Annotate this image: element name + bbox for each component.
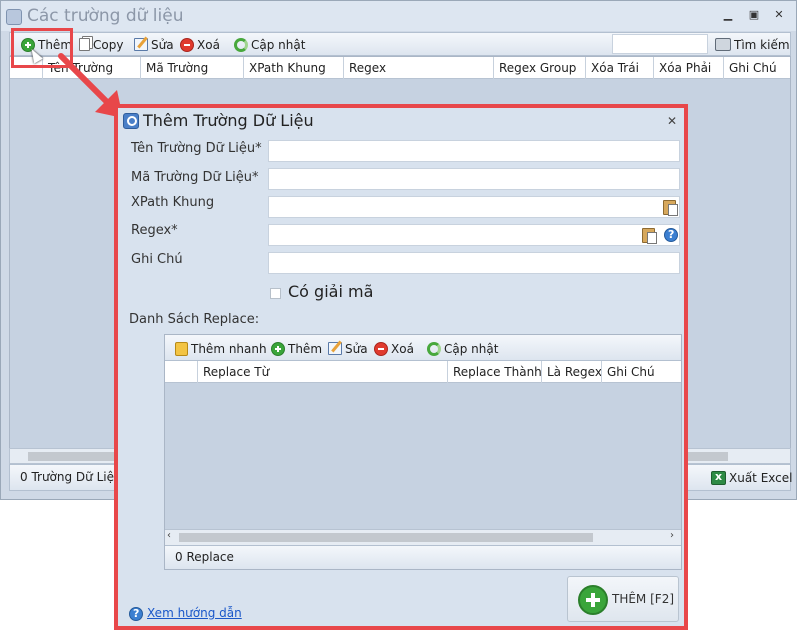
- refresh-icon: [427, 341, 441, 356]
- xpath-input[interactable]: [268, 196, 680, 218]
- replace-list-label: Danh Sách Replace:: [129, 312, 260, 327]
- help-icon: [129, 607, 143, 621]
- export-excel-label: Xuất Excel: [729, 470, 793, 485]
- horizontal-scrollbar[interactable]: ‹ ›: [165, 529, 681, 545]
- help-icon[interactable]: [664, 228, 678, 242]
- delete-icon: [374, 341, 388, 356]
- add-icon: [578, 585, 608, 615]
- scroll-left-icon[interactable]: ‹: [167, 530, 171, 541]
- column-header[interactable]: Regex Group: [493, 57, 585, 79]
- add-submit-button[interactable]: THÊM [F2]: [567, 576, 679, 622]
- window-title: Các trường dữ liệu: [27, 6, 184, 26]
- decode-label: Có giải mã: [288, 282, 374, 301]
- replace-delete-label: Xoá: [391, 341, 414, 356]
- delete-label: Xoá: [197, 37, 220, 52]
- replace-delete-button[interactable]: Xoá: [374, 339, 414, 358]
- update-button[interactable]: Cập nhật: [234, 35, 305, 54]
- add-icon: [271, 341, 285, 356]
- search-label: Tìm kiếm: [734, 37, 790, 52]
- paste-icon[interactable]: [642, 228, 657, 244]
- excel-icon: [711, 470, 726, 485]
- update-label: Cập nhật: [251, 37, 306, 52]
- field-name-input[interactable]: [268, 140, 680, 162]
- quick-add-button[interactable]: Thêm nhanh: [175, 339, 267, 358]
- export-excel-button[interactable]: Xuất Excel: [711, 468, 793, 487]
- xpath-label: XPath Khung: [131, 195, 215, 210]
- column-header[interactable]: Xóa Phải: [653, 57, 723, 79]
- column-header[interactable]: Ghi Chú: [601, 361, 681, 383]
- replace-status-bar: 0 Replace: [165, 545, 681, 569]
- search-button[interactable]: Tìm kiếm: [715, 35, 790, 54]
- refresh-icon: [234, 37, 248, 52]
- replace-update-button[interactable]: Cập nhật: [427, 339, 498, 358]
- regex-label: Regex*: [131, 223, 178, 238]
- replace-toolbar: Thêm nhanh Thêm Sửa Xoá Cập nhật: [165, 335, 681, 361]
- column-header[interactable]: Là Regex: [541, 361, 602, 383]
- search-input[interactable]: [612, 34, 708, 54]
- replace-grid-header: Replace Từ Replace Thành Là Regex Ghi Ch…: [165, 361, 681, 383]
- add-submit-label: THÊM [F2]: [612, 592, 675, 606]
- close-icon[interactable]: ✕: [667, 114, 677, 128]
- main-titlebar: Các trường dữ liệu ▁ ▣ ✕: [1, 1, 796, 31]
- add-field-dialog: Thêm Trường Dữ Liệu ✕ Tên Trường Dữ Liệu…: [114, 104, 688, 630]
- quick-add-label: Thêm nhanh: [191, 341, 267, 356]
- edit-button[interactable]: Sửa: [134, 35, 174, 54]
- row-indicator-header: [165, 361, 197, 383]
- dialog-body: Thêm Trường Dữ Liệu ✕ Tên Trường Dữ Liệu…: [118, 108, 684, 626]
- regex-input[interactable]: [268, 224, 680, 246]
- paste-icon[interactable]: [663, 200, 678, 216]
- column-header[interactable]: XPath Khung: [243, 57, 343, 79]
- scrollbar-thumb[interactable]: [179, 533, 593, 542]
- note-input[interactable]: [268, 252, 680, 274]
- edit-label: Sửa: [151, 37, 174, 52]
- quick-add-icon: [175, 341, 188, 356]
- scroll-right-icon[interactable]: ›: [670, 530, 674, 541]
- decode-checkbox[interactable]: [270, 288, 281, 299]
- dialog-app-icon: [123, 113, 139, 129]
- replace-panel: Thêm nhanh Thêm Sửa Xoá Cập nhật Replace…: [164, 334, 682, 570]
- column-header[interactable]: Xóa Trái: [585, 57, 653, 79]
- field-code-input[interactable]: [268, 168, 680, 190]
- replace-add-button[interactable]: Thêm: [271, 339, 322, 358]
- replace-count: 0 Replace: [175, 550, 234, 564]
- column-header[interactable]: Mã Trường: [140, 57, 243, 79]
- replace-add-label: Thêm: [288, 341, 323, 356]
- delete-icon: [180, 37, 194, 52]
- edit-icon: [134, 38, 148, 51]
- column-header[interactable]: Replace Thành: [447, 361, 542, 383]
- minimize-icon[interactable]: ▁: [721, 9, 735, 21]
- restore-icon[interactable]: ▣: [747, 9, 761, 21]
- app-icon: [6, 9, 22, 25]
- dialog-title: Thêm Trường Dữ Liệu: [143, 111, 314, 130]
- replace-update-label: Cập nhật: [444, 341, 499, 356]
- record-count: 0 Trường Dữ Liệu: [20, 470, 122, 484]
- field-code-label: Mã Trường Dữ Liệu*: [131, 170, 259, 185]
- column-header[interactable]: Ghi Chú: [723, 57, 790, 79]
- replace-edit-label: Sửa: [345, 341, 368, 356]
- binoculars-icon: [715, 38, 731, 51]
- replace-edit-button[interactable]: Sửa: [328, 339, 368, 358]
- close-icon[interactable]: ✕: [772, 9, 786, 21]
- edit-icon: [328, 342, 342, 355]
- guide-link[interactable]: Xem hướng dẫn: [147, 606, 242, 620]
- field-name-label: Tên Trường Dữ Liệu*: [131, 141, 262, 156]
- column-header[interactable]: Replace Từ: [197, 361, 447, 383]
- column-header[interactable]: Regex: [343, 57, 493, 79]
- note-label: Ghi Chú: [131, 252, 183, 267]
- delete-button[interactable]: Xoá: [180, 35, 220, 54]
